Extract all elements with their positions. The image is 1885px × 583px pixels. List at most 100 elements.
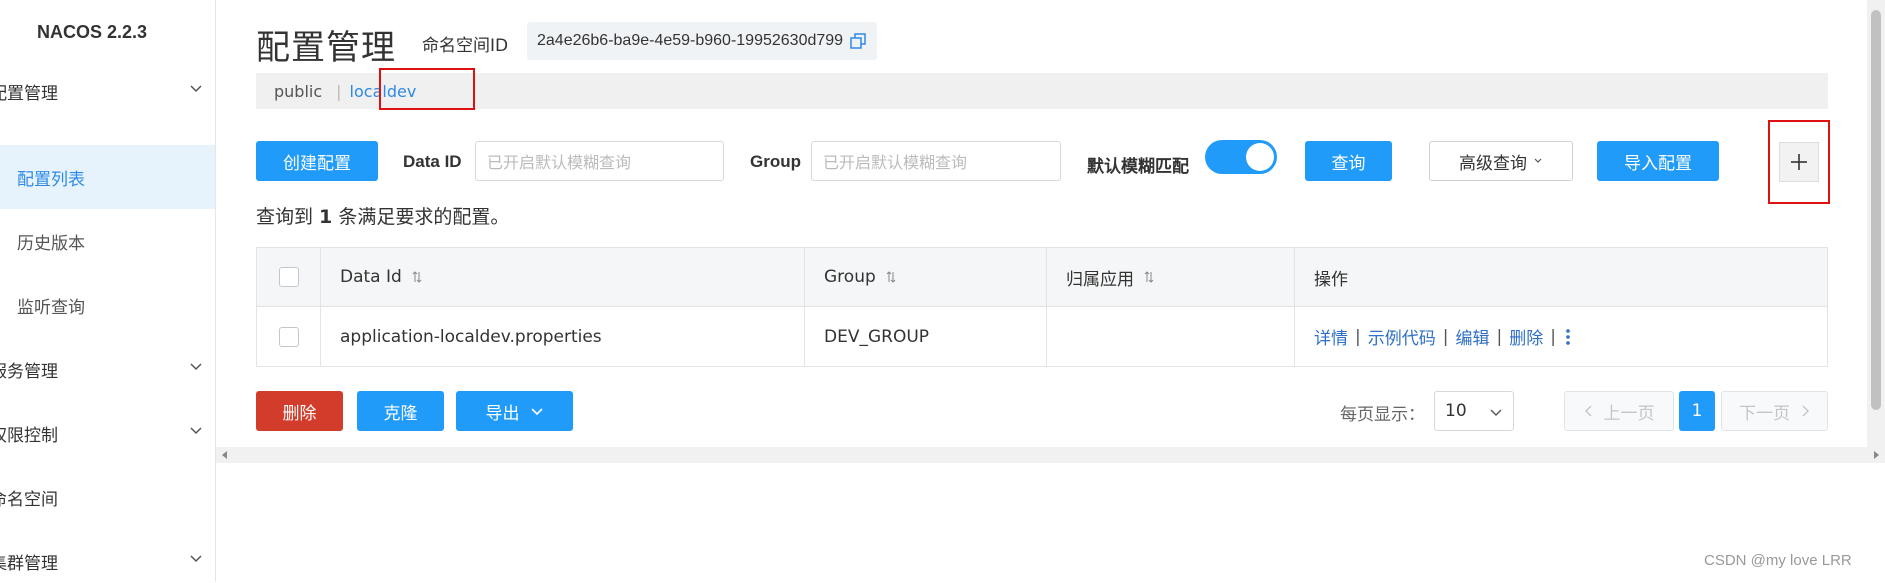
query-button[interactable]: 查询: [1305, 141, 1392, 181]
horizontal-scrollbar[interactable]: [216, 447, 1885, 463]
scroll-right-icon[interactable]: [1871, 450, 1881, 460]
namespace-tab-public[interactable]: public: [274, 82, 322, 101]
nav-group-cluster[interactable]: 集群管理: [0, 539, 215, 583]
action-separator: |: [1496, 326, 1503, 347]
next-page-label: 下一页: [1739, 403, 1790, 424]
toggle-knob: [1246, 143, 1274, 171]
config-table: Data Id Group 归属应用 操作 application-locald…: [256, 247, 1828, 367]
action-separator: |: [1355, 326, 1361, 347]
clone-button[interactable]: 克隆: [357, 391, 444, 431]
action-separator: |: [1550, 326, 1556, 347]
nav-group-label: 服务管理: [0, 361, 58, 382]
chevron-left-icon: [1584, 405, 1591, 417]
advanced-query-button[interactable]: 高级查询: [1429, 141, 1573, 181]
row-select-cell: [257, 307, 321, 366]
data-id-input[interactable]: 已开启默认模糊查询: [475, 141, 724, 181]
plus-icon: [1791, 154, 1807, 170]
copy-icon[interactable]: [849, 32, 867, 50]
group-label: Group: [750, 152, 801, 171]
fuzzy-match-toggle[interactable]: [1205, 140, 1277, 174]
sidebar-item-config-list[interactable]: 配置列表: [0, 145, 215, 209]
bulk-delete-button[interactable]: 删除: [256, 391, 343, 431]
prev-page-label: 上一页: [1603, 403, 1655, 424]
cell-data-id: application-localdev.properties: [321, 307, 805, 366]
sort-icon[interactable]: [886, 270, 896, 284]
prev-page-button[interactable]: 上一页: [1564, 391, 1674, 431]
column-label: 操作: [1314, 269, 1348, 290]
vertical-scrollbar[interactable]: [1867, 0, 1885, 447]
main-content: 配置管理 命名空间ID 2a4e26b6-ba9e-4e59-b960-1995…: [216, 0, 1885, 582]
action-separator: |: [1442, 326, 1449, 347]
column-label: 归属应用: [1066, 269, 1134, 290]
add-button[interactable]: [1779, 142, 1819, 182]
scroll-left-icon[interactable]: [220, 450, 230, 460]
result-prefix: 查询到: [256, 206, 320, 228]
nav-group-config[interactable]: 配置管理: [0, 69, 215, 113]
result-suffix: 条满足要求的配置。: [332, 206, 510, 228]
brand-logo: NACOS 2.2.3: [36, 22, 148, 42]
column-group[interactable]: Group: [805, 248, 1047, 306]
sort-icon[interactable]: [1144, 270, 1154, 284]
namespace-id-value: 2a4e26b6-ba9e-4e59-b960-19952630d799: [537, 32, 844, 49]
fuzzy-match-label: 默认模糊匹配: [1087, 157, 1189, 176]
chevron-right-icon: [1802, 405, 1809, 417]
nav-group-label: 集群管理: [0, 553, 58, 574]
highlight-box: [379, 68, 475, 110]
data-id-label: Data ID: [403, 152, 462, 171]
sidebar-item-label: 监听查询: [17, 297, 85, 318]
next-page-button[interactable]: 下一页: [1721, 391, 1828, 431]
namespace-tabs: public | localdev: [256, 68, 1828, 110]
page-1-button[interactable]: 1: [1679, 391, 1715, 431]
details-link[interactable]: 详情: [1314, 324, 1348, 349]
namespace-id-box: 2a4e26b6-ba9e-4e59-b960-19952630d799: [527, 22, 878, 60]
cell-actions: 详情 | 示例代码 | 编辑 | 删除 |: [1295, 307, 1827, 366]
chevron-down-icon: [190, 427, 202, 435]
column-app[interactable]: 归属应用: [1047, 248, 1295, 306]
chevron-down-icon: [1534, 158, 1542, 163]
page-size-label: 每页显示：: [1340, 405, 1425, 425]
chevron-down-icon: [190, 85, 202, 93]
table-header: Data Id Group 归属应用 操作: [257, 248, 1827, 307]
highlight-box: [1768, 120, 1830, 204]
edit-link[interactable]: 编辑: [1455, 324, 1489, 349]
nav-item-namespace[interactable]: 命名空间: [0, 475, 215, 519]
chevron-down-icon: [190, 363, 202, 371]
advanced-query-label: 高级查询: [1459, 153, 1527, 174]
cell-group: DEV_GROUP: [805, 307, 1047, 366]
sidebar-item-history[interactable]: 历史版本: [0, 209, 215, 273]
page-size-select[interactable]: 10: [1434, 391, 1514, 431]
import-config-button[interactable]: 导入配置: [1597, 141, 1719, 181]
nav-group-label: 权限控制: [0, 425, 58, 446]
scrollbar-thumb[interactable]: [1871, 10, 1881, 410]
group-input[interactable]: 已开启默认模糊查询: [811, 141, 1061, 181]
export-button[interactable]: 导出: [456, 391, 573, 431]
page-size-value: 10: [1445, 401, 1467, 421]
nav-group-label: 命名空间: [0, 489, 58, 510]
nav-group-label: 配置管理: [0, 83, 58, 104]
sidebar-item-listener[interactable]: 监听查询: [0, 273, 215, 337]
cell-app: [1047, 307, 1295, 366]
result-count: 1: [319, 206, 333, 228]
column-actions: 操作: [1295, 248, 1827, 306]
table-row: application-localdev.properties DEV_GROU…: [257, 307, 1827, 366]
select-all-checkbox[interactable]: [278, 267, 299, 287]
delete-link[interactable]: 删除: [1509, 324, 1543, 349]
sidebar-item-label: 历史版本: [17, 233, 85, 254]
row-checkbox[interactable]: [278, 326, 299, 347]
sort-icon[interactable]: [412, 270, 422, 284]
column-label: Group: [824, 267, 876, 287]
chevron-down-icon: [1490, 409, 1502, 416]
namespace-id-label: 命名空间ID: [422, 36, 509, 56]
sidebar: NACOS 2.2.3 配置管理 配置列表 历史版本 监听查询 服务管理 权限控…: [0, 0, 216, 582]
create-config-button[interactable]: 创建配置: [256, 141, 378, 181]
column-data-id[interactable]: Data Id: [321, 248, 805, 306]
export-label: 导出: [485, 403, 520, 424]
more-vertical-icon[interactable]: [1565, 328, 1571, 346]
nav-group-permission[interactable]: 权限控制: [0, 411, 215, 455]
page-title: 配置管理: [256, 28, 396, 68]
sidebar-item-label: 配置列表: [17, 169, 85, 190]
sample-code-link[interactable]: 示例代码: [1368, 324, 1436, 349]
select-all-cell: [257, 248, 321, 306]
nav-group-service[interactable]: 服务管理: [0, 347, 215, 391]
watermark: CSDN @my love LRR: [1704, 552, 1852, 569]
